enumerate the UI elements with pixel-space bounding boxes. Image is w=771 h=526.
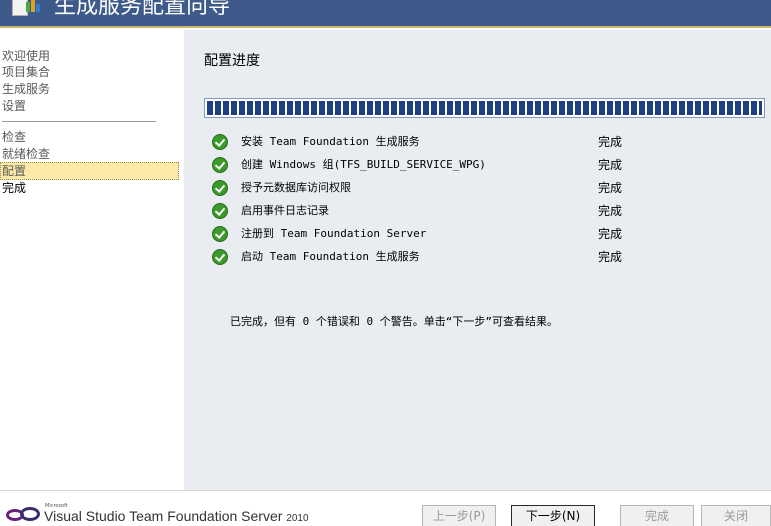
- success-check-icon: [212, 134, 228, 150]
- success-check-icon: [212, 157, 228, 173]
- footer-bar: Microsoft Visual Studio Team Foundation …: [0, 490, 771, 526]
- wizard-steps-sidebar: 欢迎使用 项目集合 生成服务 设置 检查 就绪检查 配置 完成: [0, 30, 184, 490]
- configuration-progress-bar: [204, 98, 765, 118]
- task-status: 完成: [598, 250, 623, 264]
- step-project-collection[interactable]: 项目集合: [2, 64, 50, 80]
- wizard-app-icon: [12, 0, 40, 18]
- task-label: 注册到 Team Foundation Server: [241, 227, 427, 240]
- success-check-icon: [212, 249, 228, 265]
- main-panel: 配置进度 安装 Team Foundation 生成服务 完成 创建 Windo…: [184, 30, 771, 490]
- task-row: 启用事件日志记录: [212, 201, 632, 221]
- task-row: 注册到 Team Foundation Server: [212, 224, 632, 244]
- task-status: 完成: [598, 204, 623, 218]
- success-check-icon: [212, 226, 228, 242]
- summary-message: 已完成，但有 0 个错误和 0 个警告。单击“下一步”可查看结果。: [230, 315, 558, 328]
- task-label: 启用事件日志记录: [241, 204, 329, 217]
- task-label: 创建 Windows 组(TFS_BUILD_SERVICE_WPG): [241, 158, 486, 171]
- step-review[interactable]: 检查: [2, 129, 26, 145]
- logo-product-text: Visual Studio Team Foundation Server 201…: [44, 508, 309, 524]
- next-button[interactable]: 下一步(N): [511, 505, 595, 526]
- task-status: 完成: [598, 181, 623, 195]
- step-configure[interactable]: 配置: [2, 163, 26, 179]
- step-settings[interactable]: 设置: [2, 98, 26, 114]
- window-title: 生成服务配置向导: [54, 0, 231, 19]
- visual-studio-infinity-icon: [6, 507, 40, 523]
- task-label: 启动 Team Foundation 生成服务: [241, 250, 420, 263]
- progress-fill: [207, 101, 762, 115]
- page-title: 配置进度: [204, 53, 260, 69]
- task-status: 完成: [598, 135, 623, 149]
- task-label: 安装 Team Foundation 生成服务: [241, 135, 420, 148]
- task-status: 完成: [598, 158, 623, 172]
- task-row: 安装 Team Foundation 生成服务: [212, 132, 632, 152]
- task-row: 启动 Team Foundation 生成服务: [212, 247, 632, 267]
- active-step-highlight: [0, 162, 179, 180]
- close-button[interactable]: 关闭: [701, 505, 771, 526]
- step-build-service[interactable]: 生成服务: [2, 81, 50, 97]
- task-row: 授予元数据库访问权限: [212, 178, 632, 198]
- success-check-icon: [212, 203, 228, 219]
- task-status: 完成: [598, 227, 623, 241]
- step-complete[interactable]: 完成: [2, 180, 26, 196]
- visual-studio-logo: Microsoft Visual Studio Team Foundation …: [6, 503, 326, 525]
- sidebar-divider: [2, 121, 156, 122]
- task-row: 创建 Windows 组(TFS_BUILD_SERVICE_WPG): [212, 155, 632, 175]
- previous-button[interactable]: 上一步(P): [422, 505, 496, 526]
- finish-button[interactable]: 完成: [620, 505, 694, 526]
- success-check-icon: [212, 180, 228, 196]
- step-welcome[interactable]: 欢迎使用: [2, 48, 50, 64]
- task-label: 授予元数据库访问权限: [241, 181, 351, 194]
- title-bar: 生成服务配置向导: [0, 0, 771, 28]
- step-readiness-checks[interactable]: 就绪检查: [2, 146, 50, 162]
